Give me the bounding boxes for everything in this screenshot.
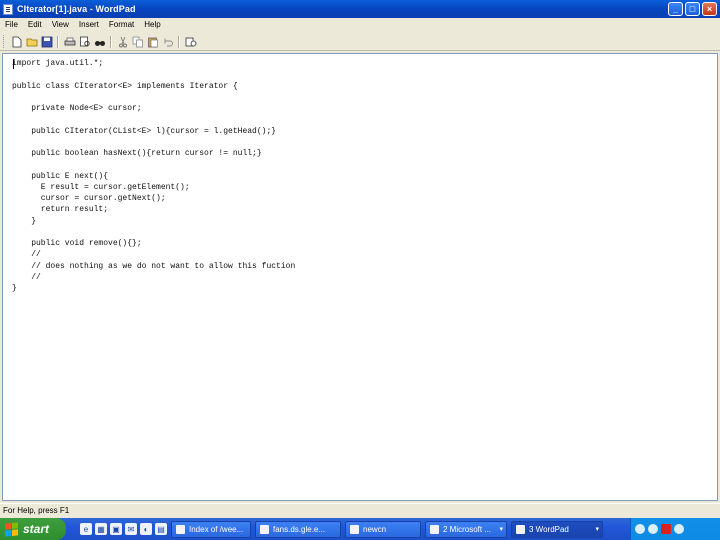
cut-icon[interactable] [116,35,129,48]
quick-launch: e ▦ ▣ ✉ ◐ ▤ [80,523,167,535]
code-line[interactable]: import java.util.*; [12,58,295,69]
code-line[interactable]: public boolean hasNext(){return cursor !… [12,148,295,159]
code-line[interactable]: public E next(){ [12,171,295,182]
quick-launch-icon[interactable]: ✉ [125,523,137,535]
status-bar: For Help, press F1 [0,503,720,517]
menu-bar: File Edit View Insert Format Help [0,18,720,31]
taskbar-button[interactable]: 3 WordPad ▾ [511,520,603,538]
taskbar-button-label: fans.ds.gle.e... [273,524,326,534]
status-text: For Help, press F1 [3,506,70,515]
windows-flag-icon [5,521,18,537]
toolbar-separator [178,35,180,48]
code-line[interactable]: cursor = cursor.getNext(); [12,193,295,204]
code-line[interactable]: E result = cursor.getElement(); [12,182,295,193]
document-text[interactable]: import java.util.*; public class CIterato… [12,58,295,294]
undo-icon[interactable] [161,35,174,48]
taskbar-button-label: newcn [363,524,387,534]
wordpad-app-icon[interactable] [3,3,13,15]
group-arrow-icon: ▾ [595,526,599,533]
code-line[interactable] [12,159,295,170]
code-line[interactable]: public void remove(){}; [12,238,295,249]
taskbar-button-label: 3 WordPad [529,524,569,534]
code-line[interactable]: public CIterator(CList<E> l){cursor = l.… [12,126,295,137]
window-icon [350,524,359,534]
window-icon [176,524,185,534]
title-bar: CIterator[1].java - WordPad _ □ × [0,0,720,18]
code-line[interactable]: // [12,272,295,283]
window-icon [430,524,439,534]
taskbar-button[interactable]: Index of /wee... [171,520,251,538]
code-line[interactable] [12,114,295,125]
taskbar-button[interactable]: 2 Microsoft ... ▾ [425,520,507,538]
code-line[interactable]: // [12,249,295,260]
start-label: start [23,522,50,536]
document-area[interactable]: import java.util.*; public class CIterato… [2,53,718,501]
taskbar-button-label: 2 Microsoft ... [443,524,492,534]
code-line[interactable]: public class CIterator<E> implements Ite… [12,81,295,92]
window-icon [260,524,269,534]
menu-file[interactable]: File [0,20,23,29]
quick-launch-icon[interactable]: e [80,523,92,535]
print-preview-icon[interactable] [78,35,91,48]
close-button[interactable]: × [702,2,717,16]
security-icon[interactable] [674,524,684,534]
code-line[interactable] [12,137,295,148]
task-buttons: Index of /wee... fans.ds.gle.e... newcn 2 M… [167,520,603,538]
network-icon[interactable] [635,524,645,534]
menu-format[interactable]: Format [104,20,139,29]
find-icon[interactable] [93,35,106,48]
code-line[interactable]: private Node<E> cursor; [12,103,295,114]
window-icon [516,524,525,534]
group-arrow-icon: ▾ [499,526,503,533]
quick-launch-icon[interactable]: ▣ [110,523,122,535]
menu-view[interactable]: View [47,20,74,29]
quick-launch-icon[interactable]: ◐ [140,523,152,535]
code-line[interactable] [12,92,295,103]
open-icon[interactable] [25,35,38,48]
code-line[interactable] [12,69,295,80]
code-line[interactable]: } [12,216,295,227]
taskbar-button[interactable]: fans.ds.gle.e... [255,520,341,538]
date-time-icon[interactable] [184,35,197,48]
antivirus-icon[interactable] [661,524,671,534]
quick-launch-icon[interactable]: ▤ [155,523,167,535]
taskbar-button[interactable]: newcn [345,520,421,538]
paste-icon[interactable] [146,35,159,48]
menu-help[interactable]: Help [139,20,165,29]
toolbar-grip[interactable] [3,35,6,48]
save-icon[interactable] [40,35,53,48]
taskbar: start e ▦ ▣ ✉ ◐ ▤ Index of /wee... fans.ds.gle… [0,518,720,540]
toolbar [0,33,720,51]
new-icon[interactable] [10,35,23,48]
menu-edit[interactable]: Edit [23,20,47,29]
menu-insert[interactable]: Insert [74,20,104,29]
volume-icon[interactable] [648,524,658,534]
taskbar-button-label: Index of /wee... [189,524,244,534]
code-line[interactable]: // does nothing as we do not want to all… [12,261,295,272]
toolbar-separator [110,35,112,48]
code-line[interactable] [12,227,295,238]
window-title: CIterator[1].java - WordPad [17,4,136,14]
copy-icon[interactable] [131,35,144,48]
system-tray [630,518,720,540]
toolbar-separator [57,35,59,48]
start-button[interactable]: start [0,518,66,540]
code-line[interactable]: } [12,283,295,294]
quick-launch-icon[interactable]: ▦ [95,523,107,535]
print-icon[interactable] [63,35,76,48]
minimize-button[interactable]: _ [668,2,683,16]
maximize-button[interactable]: □ [685,2,700,16]
code-line[interactable]: return result; [12,204,295,215]
